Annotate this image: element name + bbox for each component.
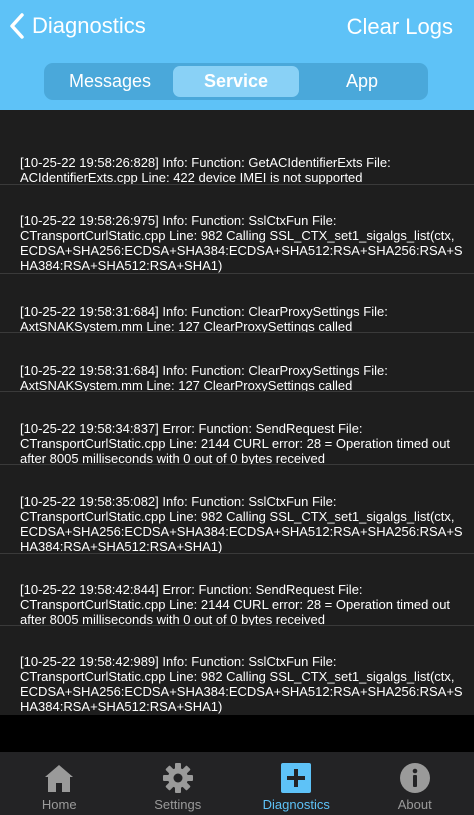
log-entry-text: [10-25-22 19:58:31:684] Info: Function: … bbox=[20, 363, 388, 392]
log-entry-text: [10-25-22 19:58:35:082] Info: Function: … bbox=[20, 494, 463, 554]
segment-service[interactable]: Service bbox=[173, 66, 299, 97]
back-label: Diagnostics bbox=[32, 13, 146, 38]
tab-label: About bbox=[397, 797, 432, 812]
plus-square-icon bbox=[280, 762, 312, 794]
gear-icon bbox=[162, 762, 194, 794]
log-entry-text: [10-25-22 19:58:34:837] Error: Function:… bbox=[20, 421, 451, 465]
log-entry: [10-25-22 19:58:42:989] Info: Function: … bbox=[0, 626, 474, 715]
log-type-segmented-control: Messages Service App bbox=[44, 63, 428, 100]
tab-label: Home bbox=[41, 797, 77, 812]
log-entry: [10-25-22 19:58:31:684] Info: Function: … bbox=[0, 274, 474, 333]
tab-label: Diagnostics bbox=[262, 797, 330, 812]
divider bbox=[0, 715, 474, 752]
segment-app[interactable]: App bbox=[299, 66, 425, 97]
home-icon bbox=[44, 762, 74, 794]
log-entry: [10-25-22 19:58:42:844] Error: Function:… bbox=[0, 554, 474, 626]
tab-settings[interactable]: Settings bbox=[119, 752, 238, 815]
tab-label: Settings bbox=[154, 797, 202, 812]
tab-bar: Home Settings Diagnostics About bbox=[0, 752, 474, 815]
log-entry-text: [10-25-22 19:58:42:989] Info: Function: … bbox=[20, 654, 463, 714]
tab-home[interactable]: Home bbox=[0, 752, 119, 815]
log-entry: [10-25-22 19:58:35:082] Info: Function: … bbox=[0, 465, 474, 554]
tab-about[interactable]: About bbox=[356, 752, 474, 815]
clear-logs-button[interactable]: Clear Logs bbox=[347, 14, 453, 40]
log-entry: [10-25-22 19:58:26:828] Info: Function: … bbox=[0, 110, 474, 185]
log-entry: [10-25-22 19:58:31:684] Info: Function: … bbox=[0, 333, 474, 392]
nav-header: Diagnostics Clear Logs Messages Service … bbox=[0, 0, 474, 110]
log-entry-text: [10-25-22 19:58:42:844] Error: Function:… bbox=[20, 582, 451, 626]
tab-diagnostics[interactable]: Diagnostics bbox=[237, 752, 356, 815]
back-button[interactable]: Diagnostics bbox=[8, 8, 146, 44]
log-entry-text: [10-25-22 19:58:26:975] Info: Function: … bbox=[20, 213, 463, 273]
info-circle-icon bbox=[399, 762, 431, 794]
log-entry: [10-25-22 19:58:26:975] Info: Function: … bbox=[0, 185, 474, 274]
log-entry-text: [10-25-22 19:58:26:828] Info: Function: … bbox=[20, 155, 391, 185]
chevron-left-icon bbox=[8, 11, 26, 41]
log-entry-text: [10-25-22 19:58:31:684] Info: Function: … bbox=[20, 304, 388, 333]
log-list[interactable]: [10-25-22 19:58:26:828] Info: Function: … bbox=[0, 110, 474, 715]
segment-messages[interactable]: Messages bbox=[47, 66, 173, 97]
log-entry: [10-25-22 19:58:34:837] Error: Function:… bbox=[0, 392, 474, 465]
